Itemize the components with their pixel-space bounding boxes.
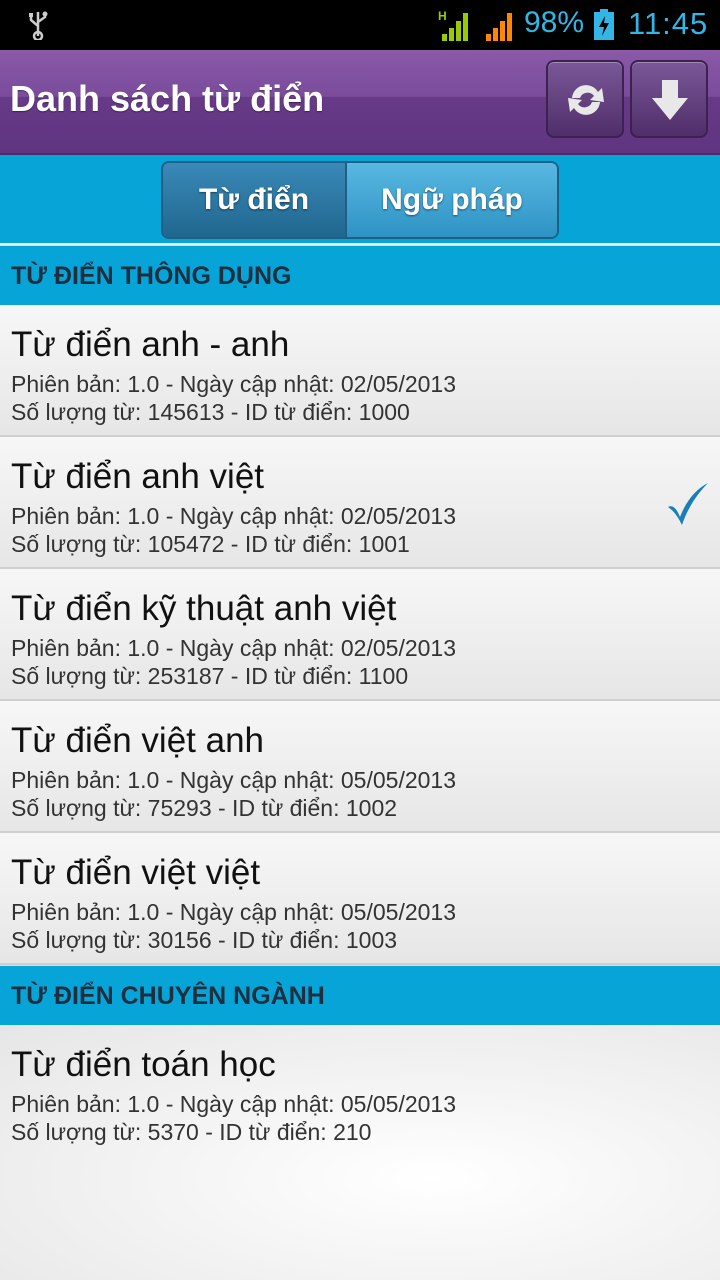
dictionary-version: Phiên bản: 1.0 - Ngày cập nhật: 02/05/20… bbox=[11, 635, 456, 661]
section-title: TỪ ĐIỂN THÔNG DỤNG bbox=[11, 262, 292, 290]
dictionary-version: Phiên bản: 1.0 - Ngày cập nhật: 05/05/20… bbox=[11, 767, 456, 793]
section-header-specialized: TỪ ĐIỂN CHUYÊN NGÀNH bbox=[0, 965, 720, 1025]
dictionary-version: Phiên bản: 1.0 - Ngày cập nhật: 02/05/20… bbox=[11, 371, 456, 397]
status-bar: H 98% 11:45 bbox=[0, 0, 720, 50]
action-bar: Danh sách từ điển bbox=[0, 50, 720, 155]
battery-charging-icon bbox=[594, 9, 614, 40]
dictionary-word-count: Số lượng từ: 5370 - ID từ điển: 210 bbox=[11, 1119, 372, 1145]
dictionary-name: Từ điển việt anh bbox=[11, 721, 265, 760]
dictionary-word-count: Số lượng từ: 145613 - ID từ điển: 1000 bbox=[11, 399, 410, 425]
dictionary-word-count: Số lượng từ: 30156 - ID từ điển: 1003 bbox=[11, 927, 398, 953]
section-title: TỪ ĐIỂN CHUYÊN NGÀNH bbox=[11, 982, 325, 1010]
section-header-common: TỪ ĐIỂN THÔNG DỤNG bbox=[0, 245, 720, 305]
list-item[interactable]: Từ điển việt anh Phiên bản: 1.0 - Ngày c… bbox=[0, 701, 720, 833]
refresh-icon bbox=[568, 85, 604, 115]
segmented-control: Từ điển Ngữ pháp bbox=[161, 161, 559, 239]
list-item[interactable]: Từ điển anh - anh Phiên bản: 1.0 - Ngày … bbox=[0, 305, 720, 437]
dictionary-name: Từ điển việt việt bbox=[11, 853, 261, 892]
usb-icon bbox=[29, 11, 48, 40]
list-item[interactable]: Từ điển anh việt Phiên bản: 1.0 - Ngày c… bbox=[0, 437, 720, 569]
list-item[interactable]: Từ điển kỹ thuật anh việt Phiên bản: 1.0… bbox=[0, 569, 720, 701]
dictionary-version: Phiên bản: 1.0 - Ngày cập nhật: 02/05/20… bbox=[11, 503, 456, 529]
signal-h-icon: H bbox=[438, 9, 468, 41]
dictionary-word-count: Số lượng từ: 105472 - ID từ điển: 1001 bbox=[11, 531, 410, 557]
download-button[interactable] bbox=[630, 60, 708, 138]
page-title: Danh sách từ điển bbox=[10, 78, 325, 119]
battery-percent: 98% bbox=[524, 6, 585, 39]
clock: 11:45 bbox=[628, 6, 709, 41]
tab-bar: Từ điển Ngữ pháp bbox=[0, 155, 720, 245]
dictionary-word-count: Số lượng từ: 253187 - ID từ điển: 1100 bbox=[11, 663, 409, 689]
list-item[interactable]: Từ điển việt việt Phiên bản: 1.0 - Ngày … bbox=[0, 833, 720, 965]
checkmark-icon bbox=[668, 483, 708, 525]
dictionary-version: Phiên bản: 1.0 - Ngày cập nhật: 05/05/20… bbox=[11, 1091, 456, 1117]
dictionary-version: Phiên bản: 1.0 - Ngày cập nhật: 05/05/20… bbox=[11, 899, 456, 925]
dictionary-name: Từ điển kỹ thuật anh việt bbox=[11, 589, 397, 628]
svg-text:H: H bbox=[438, 9, 447, 23]
tab-grammar[interactable]: Ngữ pháp bbox=[347, 163, 557, 237]
download-icon bbox=[652, 80, 688, 120]
tab-dictionary[interactable]: Từ điển bbox=[163, 163, 347, 237]
dictionary-name: Từ điển anh việt bbox=[11, 457, 265, 496]
list-item[interactable]: Từ điển toán học Phiên bản: 1.0 - Ngày c… bbox=[0, 1025, 720, 1157]
dictionary-name: Từ điển anh - anh bbox=[11, 325, 290, 364]
dictionary-name: Từ điển toán học bbox=[11, 1045, 276, 1084]
signal-icon bbox=[486, 13, 512, 41]
dictionary-word-count: Số lượng từ: 75293 - ID từ điển: 1002 bbox=[11, 795, 398, 821]
refresh-button[interactable] bbox=[546, 60, 624, 138]
